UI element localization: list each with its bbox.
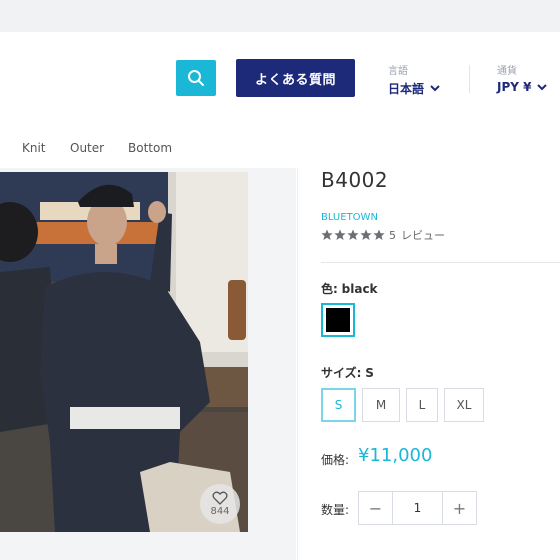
review-label: レビュー [401,229,445,242]
star-icon [321,229,333,240]
faq-button[interactable]: よくある質問 [236,59,355,97]
color-swatch-fill [326,308,350,332]
like-count: 844 [210,506,230,517]
heart-icon [212,491,228,505]
details-divider [321,262,560,263]
product-photo-illustration [0,172,248,532]
language-selector[interactable]: 言語 日本語 [388,62,440,97]
site-header: よくある質問 言語 日本語 通貨 JPY ¥ [0,32,560,128]
quantity-label: 数量: [321,503,350,517]
color-value: black [341,282,378,296]
nav-item-knit[interactable]: Knit [22,141,46,155]
review-count: 5 [389,228,396,242]
size-label-row: サイズ: S [321,364,374,381]
top-strip [0,0,560,32]
star-icon [347,229,359,240]
quantity-decrement-button[interactable]: − [359,492,392,524]
price-label: 価格: [321,453,350,467]
product-photo[interactable] [0,172,248,532]
chevron-down-icon [537,83,548,90]
product-rating[interactable]: 5 レビュー [321,227,445,243]
currency-selector[interactable]: 通貨 JPY ¥ [497,62,548,94]
search-icon [188,70,204,86]
color-swatch-black[interactable] [321,303,355,337]
category-nav: Knit Outer Bottom [0,128,560,168]
header-divider [469,65,470,93]
quantity-increment-button[interactable]: + [443,492,476,524]
size-option-m[interactable]: M [362,388,400,422]
color-label-row: 色: black [321,280,378,297]
size-value: S [365,366,374,380]
star-icon [360,229,372,240]
star-icon [373,229,385,240]
color-label: 色: [321,282,338,296]
currency-value: JPY ¥ [497,80,532,94]
star-icon [334,229,346,240]
language-caption: 言語 [388,66,408,77]
currency-caption: 通貨 [497,66,517,77]
language-value: 日本語 [388,82,425,96]
size-option-xl[interactable]: XL [444,388,484,422]
search-button[interactable] [176,60,216,96]
product-title: B4002 [321,168,389,192]
size-label: サイズ: [321,366,362,380]
size-option-s[interactable]: S [321,388,356,422]
quantity-input[interactable]: 1 [392,492,443,524]
nav-item-bottom[interactable]: Bottom [128,141,172,155]
quantity-stepper: − 1 + [358,491,477,525]
like-button[interactable]: 844 [200,484,240,524]
product-brand-link[interactable]: BLUETOWN [321,212,378,223]
nav-item-outer[interactable]: Outer [70,141,104,155]
chevron-down-icon [430,85,440,92]
size-option-l[interactable]: L [406,388,438,422]
price-value: ¥11,000 [358,445,433,466]
